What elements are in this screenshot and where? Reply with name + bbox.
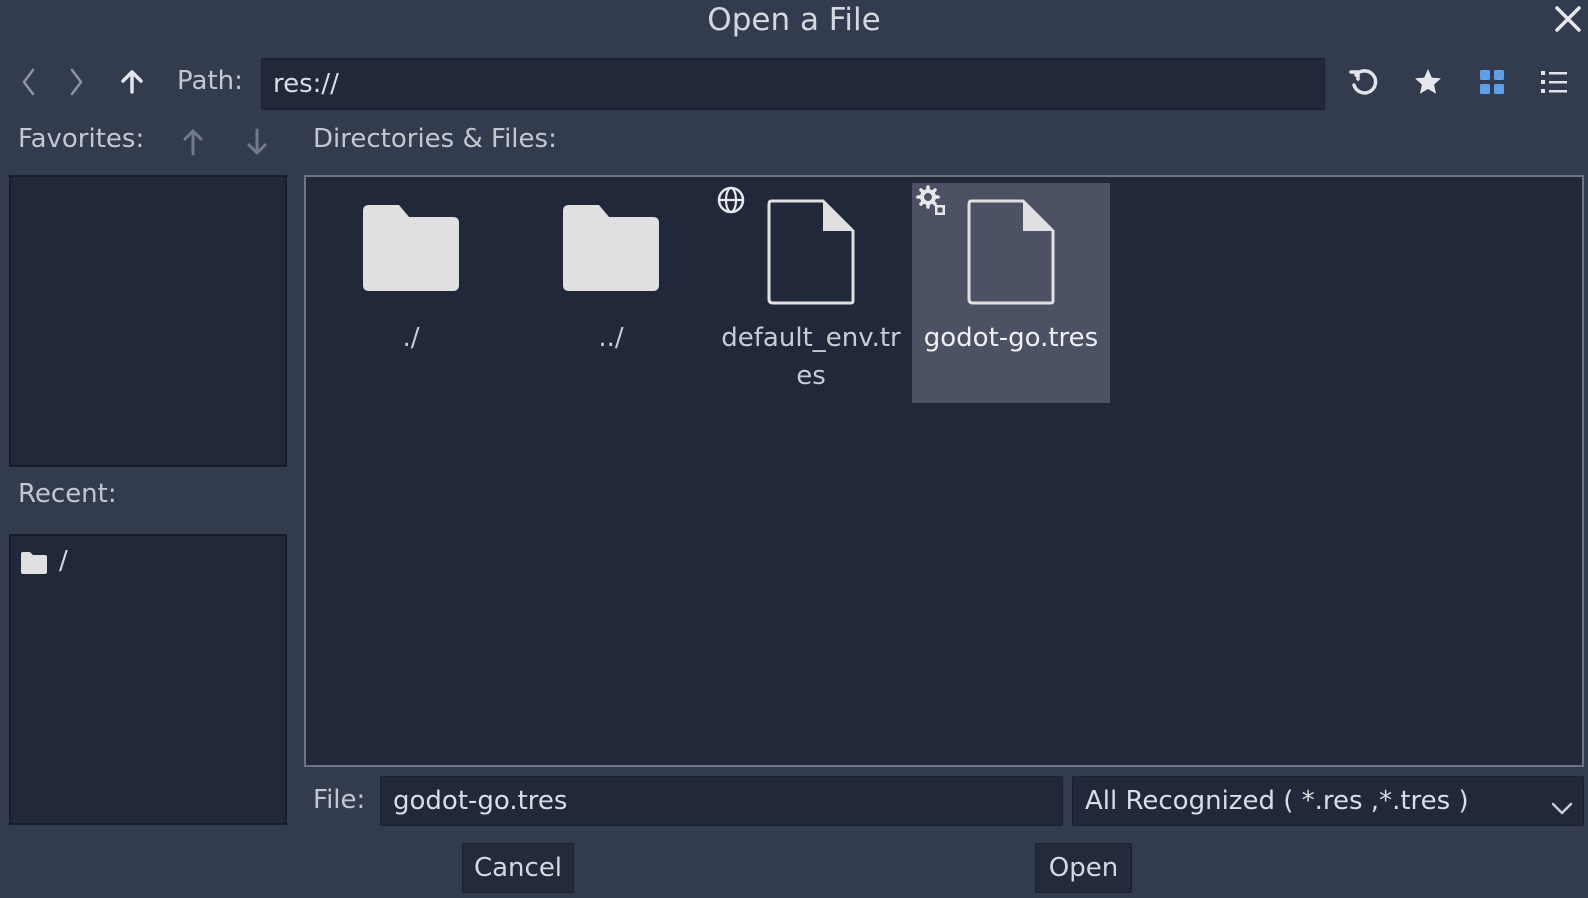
file-item-default-env[interactable]: default_env.tres [712,183,910,403]
chevron-left-icon[interactable] [9,62,49,102]
recent-item[interactable]: / [19,546,269,580]
open-button[interactable]: Open [1035,843,1132,893]
favorites-list[interactable] [9,175,287,467]
list-icon[interactable] [1534,62,1574,102]
file-icon [912,197,1110,317]
star-icon[interactable] [1408,62,1448,102]
files-label: Directories & Files: [313,124,557,154]
file-icon [712,197,910,317]
folder-icon [312,197,510,317]
move-down-icon[interactable] [240,122,274,162]
chevron-down-icon [1549,789,1575,825]
files-grid[interactable]: ./ ../ default_env.tres godot-go.tres [304,175,1584,767]
favorites-label: Favorites: [18,124,145,154]
path-input[interactable]: res:// [261,58,1325,110]
folder-icon [19,550,49,580]
chevron-right-icon[interactable] [56,62,96,102]
file-item-name: ../ [598,323,624,353]
move-up-icon[interactable] [176,122,210,162]
file-label: File: [313,785,366,815]
cancel-button[interactable]: Cancel [462,843,574,893]
file-item-godot-go[interactable]: godot-go.tres [912,183,1110,403]
file-item-current-dir[interactable]: ./ [312,183,510,403]
recent-item-label: / [59,546,68,576]
file-item-parent-dir[interactable]: ../ [512,183,710,403]
file-filter-select[interactable]: All Recognized ( *.res ,*.tres ) [1072,776,1584,826]
dialog-title: Open a File [707,2,881,38]
recent-label: Recent: [18,479,117,509]
file-item-name: ./ [402,323,420,353]
file-item-name: godot-go.tres [923,323,1099,353]
file-name-input[interactable]: godot-go.tres [380,776,1063,826]
recent-list[interactable]: / [9,534,287,825]
file-item-name: default_env.tres [721,323,901,391]
refresh-icon[interactable] [1344,62,1384,102]
close-icon[interactable] [1552,3,1584,35]
folder-icon [512,197,710,317]
arrow-up-icon[interactable] [112,62,152,102]
grid-icon[interactable] [1472,62,1512,102]
path-label: Path: [177,66,243,96]
file-filter-value: All Recognized ( *.res ,*.tres ) [1085,786,1469,816]
